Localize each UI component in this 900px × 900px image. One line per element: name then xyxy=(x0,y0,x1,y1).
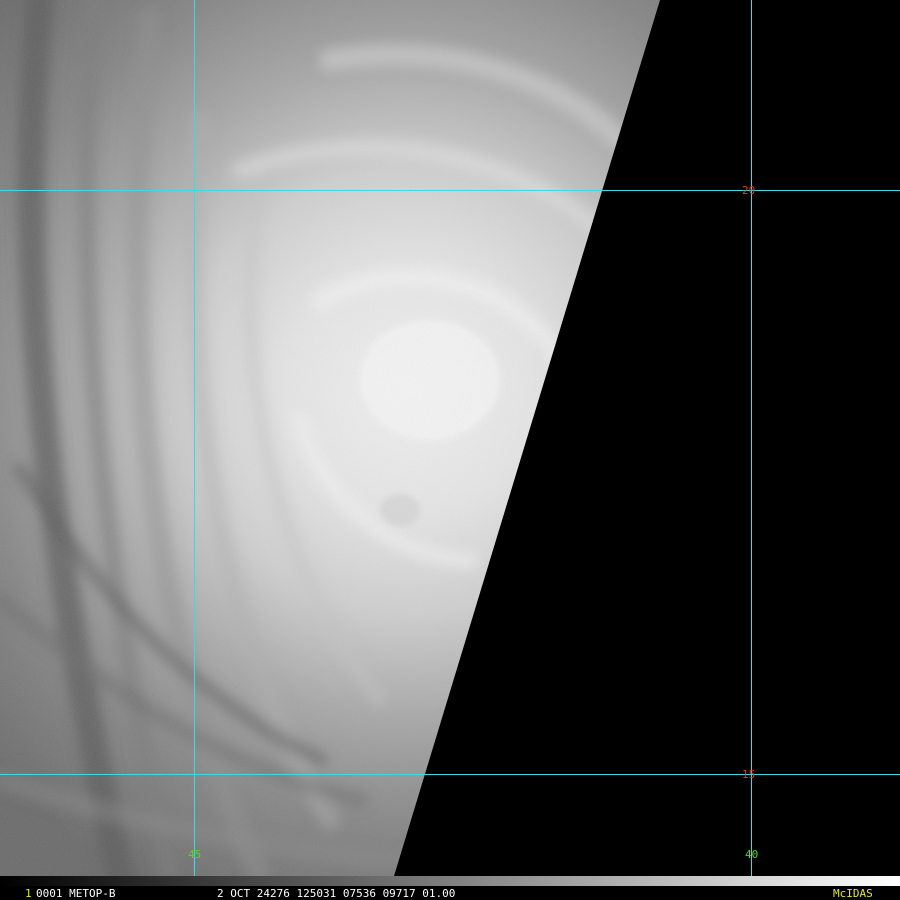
satellite-image-viewer: 20 15 45 40 1 0001 METOP-B 2 OCT 24276 1… xyxy=(0,0,900,900)
status-bar: 1 0001 METOP-B 2 OCT 24276 125031 07536 … xyxy=(0,876,900,900)
cloud-swath xyxy=(0,0,660,876)
satellite-imagery xyxy=(0,0,900,876)
status-text-line: 1 0001 METOP-B 2 OCT 24276 125031 07536 … xyxy=(0,887,900,900)
frame-number: 1 xyxy=(25,887,32,900)
satellite-id: 0001 METOP-B xyxy=(36,887,116,900)
latitude-label-15: 15 xyxy=(742,768,756,781)
latitude-label-20: 20 xyxy=(742,184,756,197)
grayscale-calibration-bar xyxy=(0,876,900,886)
longitude-label-40: 40 xyxy=(745,848,759,861)
mcidas-brand: McIDAS xyxy=(833,887,873,900)
longitude-label-45: 45 xyxy=(188,848,202,861)
image-datetime: 2 OCT 24276 125031 07536 09717 01.00 xyxy=(217,887,456,900)
